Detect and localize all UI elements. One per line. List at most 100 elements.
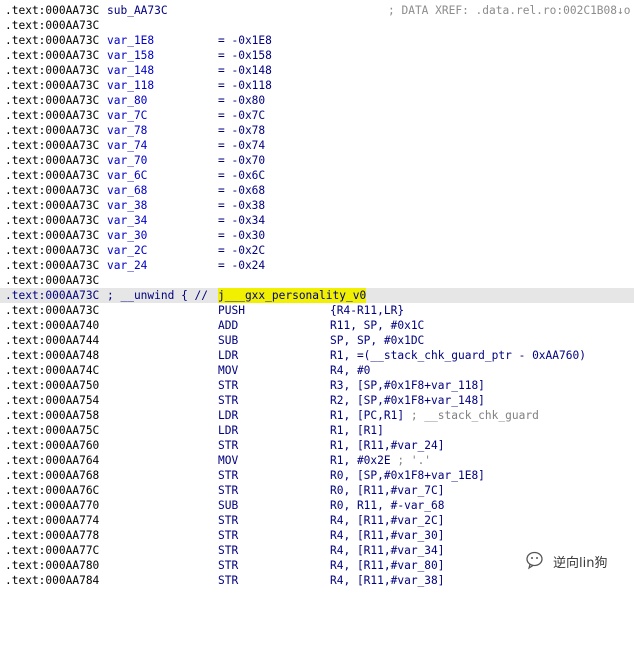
instruction-line[interactable]: .text:000AA73C PUSH {R4-R11,LR} xyxy=(0,303,634,318)
var-name[interactable]: var_2C xyxy=(107,243,147,258)
operands-text: R3, [SP,#0x1F8+var_118] xyxy=(330,379,485,392)
instruction-line[interactable]: .text:000AA75C LDR R1, [R1] xyxy=(0,423,634,438)
function-name[interactable]: sub_AA73C xyxy=(107,3,168,18)
operands-text: SP, SP, #0x1DC xyxy=(330,334,425,347)
mnemonic: STR xyxy=(218,574,239,587)
mnemonic: SUB xyxy=(218,334,239,347)
var-offset: = -0x1E8 xyxy=(218,34,272,47)
address: .text:000AA774 xyxy=(5,514,100,527)
instruction-line[interactable]: .text:000AA748 LDR R1, =(__stack_chk_gua… xyxy=(0,348,634,363)
var-name[interactable]: var_78 xyxy=(107,123,147,138)
var-line[interactable]: .text:000AA73C var_68 = -0x68 xyxy=(0,183,634,198)
var-line[interactable]: .text:000AA73C var_80 = -0x80 xyxy=(0,93,634,108)
xref-comment[interactable]: ; DATA XREF: .data.rel.ro:002C1B08↓o xyxy=(388,3,630,18)
operands-text: R4, [R11,#var_2C] xyxy=(330,514,445,527)
instruction-line[interactable]: .text:000AA754 STR R2, [SP,#0x1F8+var_14… xyxy=(0,393,634,408)
address: .text:000AA75C xyxy=(5,424,100,437)
var-line[interactable]: .text:000AA73C var_158 = -0x158 xyxy=(0,48,634,63)
instruction-line[interactable]: .text:000AA740 ADD R11, SP, #0x1C xyxy=(0,318,634,333)
instruction-line[interactable]: .text:000AA770 SUB R0, R11, #-var_68 xyxy=(0,498,634,513)
var-name[interactable]: var_7C xyxy=(107,108,147,123)
var-line[interactable]: .text:000AA73C var_2C = -0x2C xyxy=(0,243,634,258)
address: .text:000AA784 xyxy=(5,574,100,587)
inline-comment: ; '.' xyxy=(390,454,432,467)
address: .text:000AA76C xyxy=(5,484,100,497)
var-offset: = -0x2C xyxy=(218,244,266,257)
operands: R0, [R11,#var_7C] xyxy=(330,483,445,498)
instruction-line[interactable]: .text:000AA764 MOV R1, #0x2E ; '.' xyxy=(0,453,634,468)
instruction-line[interactable]: .text:000AA774 STR R4, [R11,#var_2C] xyxy=(0,513,634,528)
var-line[interactable]: .text:000AA73C var_24 = -0x24 xyxy=(0,258,634,273)
var-line[interactable]: .text:000AA73C var_1E8 = -0x1E8 xyxy=(0,33,634,48)
var-name[interactable]: var_68 xyxy=(107,183,147,198)
address: .text:000AA73C xyxy=(5,259,100,272)
operands-text: R0, [R11,#var_7C] xyxy=(330,484,445,497)
address: .text:000AA77C xyxy=(5,544,100,557)
var-line[interactable]: .text:000AA73C var_34 = -0x34 xyxy=(0,213,634,228)
var-name[interactable]: var_34 xyxy=(107,213,147,228)
address: .text:000AA768 xyxy=(5,469,100,482)
address: .text:000AA73C xyxy=(5,274,100,287)
var-name[interactable]: var_118 xyxy=(107,78,154,93)
var-name[interactable]: var_74 xyxy=(107,138,147,153)
operands: R0, R11, #-var_68 xyxy=(330,498,445,513)
var-name[interactable]: var_30 xyxy=(107,228,147,243)
instruction-line[interactable]: .text:000AA74C MOV R4, #0 xyxy=(0,363,634,378)
var-name[interactable]: var_80 xyxy=(107,93,147,108)
var-offset: = -0x30 xyxy=(218,229,266,242)
var-offset: = -0x118 xyxy=(218,79,272,92)
instruction-line[interactable]: .text:000AA744 SUB SP, SP, #0x1DC xyxy=(0,333,634,348)
mnemonic: STR xyxy=(218,394,239,407)
mnemonic: ADD xyxy=(218,319,239,332)
unwind-comment: ; __unwind { // xyxy=(107,289,215,302)
var-line[interactable]: .text:000AA73C var_118 = -0x118 xyxy=(0,78,634,93)
operands-text: R11, SP, #0x1C xyxy=(330,319,425,332)
var-name[interactable]: var_158 xyxy=(107,48,154,63)
address: .text:000AA750 xyxy=(5,379,100,392)
var-name[interactable]: var_38 xyxy=(107,198,147,213)
var-line[interactable]: .text:000AA73C var_38 = -0x38 xyxy=(0,198,634,213)
var-line[interactable]: .text:000AA73C var_148 = -0x148 xyxy=(0,63,634,78)
address: .text:000AA754 xyxy=(5,394,100,407)
operands: R4, [R11,#var_80] xyxy=(330,558,445,573)
var-offset: = -0x148 xyxy=(218,64,272,77)
var-line[interactable]: .text:000AA73C var_70 = -0x70 xyxy=(0,153,634,168)
var-line[interactable]: .text:000AA73C var_30 = -0x30 xyxy=(0,228,634,243)
var-line[interactable]: .text:000AA73C var_78 = -0x78 xyxy=(0,123,634,138)
var-name[interactable]: var_6C xyxy=(107,168,147,183)
var-line[interactable]: .text:000AA73C var_6C = -0x6C xyxy=(0,168,634,183)
instruction-line[interactable]: .text:000AA76C STR R0, [R11,#var_7C] xyxy=(0,483,634,498)
instruction-line[interactable]: .text:000AA760 STR R1, [R11,#var_24] xyxy=(0,438,634,453)
address: .text:000AA73C xyxy=(5,229,100,242)
var-offset: = -0x34 xyxy=(218,214,266,227)
address: .text:000AA758 xyxy=(5,409,100,422)
mnemonic: MOV xyxy=(218,454,239,467)
var-name[interactable]: var_24 xyxy=(107,258,147,273)
instruction-line[interactable]: .text:000AA768 STR R0, [SP,#0x1F8+var_1E… xyxy=(0,468,634,483)
var-line[interactable]: .text:000AA73C var_74 = -0x74 xyxy=(0,138,634,153)
var-name[interactable]: var_1E8 xyxy=(107,33,154,48)
personality-ref[interactable]: j___gxx_personality_v0 xyxy=(218,288,367,303)
unwind-line-selected[interactable]: .text:000AA73C ; __unwind { // j___gxx_p… xyxy=(0,288,634,303)
address: .text:000AA73C xyxy=(5,19,100,32)
address: .text:000AA748 xyxy=(5,349,100,362)
function-header-line[interactable]: .text:000AA73C sub_AA73C ; DATA XREF: .d… xyxy=(0,3,634,18)
instruction-line[interactable]: .text:000AA758 LDR R1, [PC,R1] ; __stack… xyxy=(0,408,634,423)
address: .text:000AA73C xyxy=(5,289,100,302)
wechat-watermark: 逆向lin狗 xyxy=(526,549,607,573)
mnemonic: LDR xyxy=(218,409,239,422)
instruction-line[interactable]: .text:000AA784 STR R4, [R11,#var_38] xyxy=(0,573,634,588)
var-line[interactable]: .text:000AA73C var_7C = -0x7C xyxy=(0,108,634,123)
var-name[interactable]: var_70 xyxy=(107,153,147,168)
address: .text:000AA73C xyxy=(5,199,100,212)
address: .text:000AA73C xyxy=(5,139,100,152)
mnemonic: SUB xyxy=(218,499,239,512)
address: .text:000AA73C xyxy=(5,49,100,62)
instruction-line[interactable]: .text:000AA750 STR R3, [SP,#0x1F8+var_11… xyxy=(0,378,634,393)
instruction-line[interactable]: .text:000AA778 STR R4, [R11,#var_30] xyxy=(0,528,634,543)
address: .text:000AA73C xyxy=(5,124,100,137)
mnemonic: STR xyxy=(218,439,239,452)
wechat-icon xyxy=(526,551,543,570)
var-name[interactable]: var_148 xyxy=(107,63,154,78)
blank-line: .text:000AA73C xyxy=(0,18,634,33)
